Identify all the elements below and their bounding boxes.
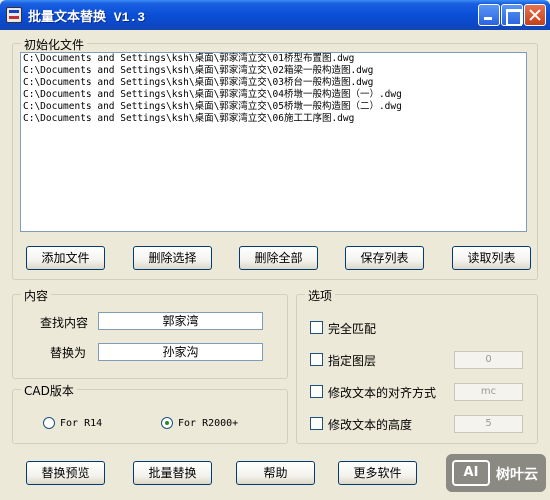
maximize-button[interactable] xyxy=(501,4,523,26)
full-match-checkbox[interactable] xyxy=(310,321,323,334)
align-label[interactable]: 修改文本的对齐方式 xyxy=(328,384,436,401)
minimize-button[interactable] xyxy=(478,4,500,26)
save-list-button[interactable]: 保存列表 xyxy=(345,246,424,270)
r14-radio-label[interactable]: For R14 xyxy=(60,418,102,429)
watermark-logo: AI 树叶云 xyxy=(446,454,546,492)
replace-label: 替换为 xyxy=(50,346,87,360)
replace-preview-button[interactable]: 替换预览 xyxy=(26,461,105,485)
r2000-radio-label[interactable]: For R2000+ xyxy=(178,418,238,429)
cad-version-group: CAD版本 xyxy=(12,382,288,444)
watermark-text: 树叶云 xyxy=(496,467,538,483)
app-icon xyxy=(6,7,22,23)
read-list-button[interactable]: 读取列表 xyxy=(452,246,531,270)
help-button[interactable]: 帮助 xyxy=(236,461,315,485)
align-input[interactable]: mc xyxy=(454,383,523,401)
options-group-title: 选项 xyxy=(305,287,336,304)
cad-version-title: CAD版本 xyxy=(21,382,77,399)
r14-radio[interactable] xyxy=(43,417,55,429)
file-list-item[interactable]: C:\Documents and Settings\ksh\桌面\郭家湾立交\0… xyxy=(21,89,526,101)
delete-all-button[interactable]: 删除全部 xyxy=(239,246,318,270)
height-checkbox[interactable] xyxy=(310,417,323,430)
layer-label[interactable]: 指定图层 xyxy=(328,352,376,369)
find-label: 查找内容 xyxy=(40,316,89,330)
height-input[interactable]: 5 xyxy=(454,415,523,433)
window-title: 批量文本替换 V1.3 xyxy=(28,10,146,25)
layer-input[interactable]: 0 xyxy=(454,351,523,369)
delete-selected-button[interactable]: 删除选择 xyxy=(133,246,212,270)
close-button[interactable] xyxy=(524,4,546,26)
replace-input[interactable]: 孙家沟 xyxy=(98,343,263,361)
r2000-radio[interactable] xyxy=(161,417,173,429)
file-list-item[interactable]: C:\Documents and Settings\ksh\桌面\郭家湾立交\0… xyxy=(21,65,526,77)
watermark-badge: AI xyxy=(452,460,490,486)
files-group-title: 初始化文件 xyxy=(21,36,88,53)
main-window: 批量文本替换 V1.3 初始化文件 C:\Documents and Setti… xyxy=(0,0,550,500)
batch-replace-button[interactable]: 批量替换 xyxy=(133,461,212,485)
title-bar[interactable]: 批量文本替换 V1.3 xyxy=(0,0,550,30)
full-match-label[interactable]: 完全匹配 xyxy=(328,320,376,337)
content-group-title: 内容 xyxy=(21,287,52,304)
file-list[interactable]: C:\Documents and Settings\ksh\桌面\郭家湾立交\0… xyxy=(20,52,527,232)
align-checkbox[interactable] xyxy=(310,385,323,398)
height-label[interactable]: 修改文本的高度 xyxy=(328,416,412,433)
content-group: 内容 xyxy=(12,287,288,379)
add-file-button[interactable]: 添加文件 xyxy=(26,246,105,270)
file-list-item[interactable]: C:\Documents and Settings\ksh\桌面\郭家湾立交\0… xyxy=(21,77,526,89)
more-software-button[interactable]: 更多软件 xyxy=(338,461,417,485)
find-input[interactable]: 郭家湾 xyxy=(98,312,263,330)
file-list-item[interactable]: C:\Documents and Settings\ksh\桌面\郭家湾立交\0… xyxy=(21,53,526,65)
file-list-item[interactable]: C:\Documents and Settings\ksh\桌面\郭家湾立交\0… xyxy=(21,113,526,125)
layer-checkbox[interactable] xyxy=(310,353,323,366)
file-list-item[interactable]: C:\Documents and Settings\ksh\桌面\郭家湾立交\0… xyxy=(21,101,526,113)
